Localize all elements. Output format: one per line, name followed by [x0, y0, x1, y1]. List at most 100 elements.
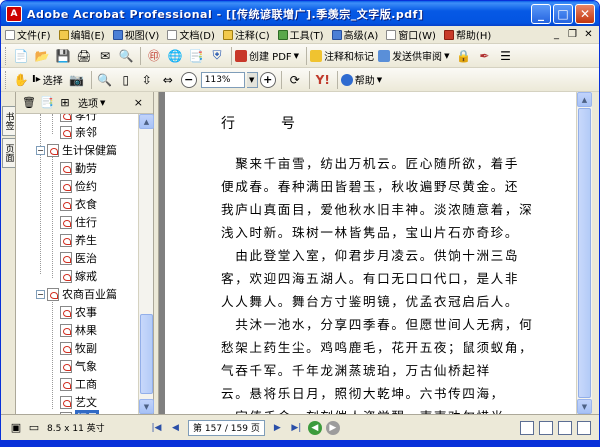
yahoo-search-icon[interactable]: Y! — [313, 70, 333, 90]
zoom-out-button[interactable]: − — [180, 71, 197, 88]
expand-bookmark-icon[interactable]: ⊞ — [58, 96, 72, 110]
find-icon[interactable]: 🔍 — [116, 46, 136, 66]
bookmark-section[interactable]: − 生计保健篇 — [36, 142, 117, 158]
menu-edit[interactable]: 编辑(E) — [55, 26, 109, 44]
organizer-icon[interactable]: 🌐 — [165, 46, 185, 66]
tab-bookmarks[interactable]: 书签 — [2, 106, 15, 136]
last-page-icon[interactable]: ▶| — [289, 420, 304, 435]
zoom-in-button[interactable]: + — [259, 71, 276, 88]
doc-minimize-icon[interactable]: _ — [550, 28, 563, 41]
comment-markup-button[interactable]: 注释和标记 — [310, 48, 374, 63]
save-icon[interactable]: 💾 — [53, 46, 73, 66]
fit-width-icon[interactable]: ⇔ — [158, 70, 178, 90]
menu-document[interactable]: 文档(D) — [163, 26, 219, 44]
collapse-icon[interactable]: − — [36, 289, 45, 299]
actual-size-icon[interactable]: ▯ — [116, 70, 136, 90]
bookmark-item[interactable]: 牧副 — [60, 340, 97, 356]
menu-file[interactable]: 文件(F) — [1, 26, 55, 44]
toolbar-grip[interactable] — [5, 70, 8, 89]
scroll-up-icon[interactable]: ▲ — [577, 92, 592, 107]
next-page-icon[interactable]: ▶ — [270, 420, 285, 435]
email-icon[interactable]: ✉ — [95, 46, 115, 66]
hand-tool-icon[interactable]: ✋ — [11, 70, 31, 90]
zoom-dropdown-icon[interactable]: ▼ — [246, 71, 258, 88]
menu-window[interactable]: 窗口(W) — [382, 26, 440, 44]
bookmark-item[interactable]: 勤劳 — [60, 160, 97, 176]
snapshot-icon[interactable]: 📷 — [67, 70, 87, 90]
bookmark-item[interactable]: 亲邻 — [60, 124, 97, 140]
bookmark-item[interactable]: 艺文 — [60, 394, 97, 410]
bookmark-item[interactable]: 嫁戒 — [60, 268, 97, 284]
go-forward-icon[interactable]: ▶ — [325, 420, 340, 435]
stamp-icon[interactable]: ㊞ — [144, 46, 164, 66]
menu-tools[interactable]: 工具(T) — [274, 26, 328, 44]
close-button[interactable]: ✕ — [575, 4, 595, 24]
zoom-level-input[interactable]: 113% — [200, 71, 245, 88]
page-thumbnail-icon[interactable]: ▣ — [7, 419, 25, 437]
pages-icon[interactable]: 📑 — [186, 46, 206, 66]
previous-page-icon[interactable]: ◀ — [168, 420, 183, 435]
scroll-thumb[interactable] — [578, 108, 591, 398]
page-number-field[interactable]: 第 157 / 159 页 — [188, 419, 265, 436]
scroll-down-icon[interactable]: ▼ — [139, 399, 154, 414]
facing-icon[interactable] — [558, 420, 572, 435]
collapse-icon[interactable]: − — [36, 145, 45, 155]
sign-icon[interactable]: ✒ — [474, 46, 494, 66]
new-bookmark-icon[interactable]: 📑 — [40, 96, 54, 110]
open-folder-icon[interactable]: 📂 — [32, 46, 52, 66]
continuous-icon[interactable] — [539, 420, 553, 435]
bookmark-item[interactable]: 农事 — [60, 304, 97, 320]
rotate-view-icon[interactable]: ⟳ — [285, 70, 305, 90]
title-bar[interactable]: A Adobe Acrobat Professional - [[传统谚联增广]… — [1, 1, 599, 26]
forms-icon[interactable]: ☰ — [495, 46, 515, 66]
document-scrollbar[interactable]: ▲ ▼ — [576, 92, 592, 414]
bookmark-item[interactable]: 衣食 — [60, 196, 97, 212]
bookmark-item[interactable]: 孝行 — [60, 114, 97, 123]
doc-restore-icon[interactable]: ❐ — [566, 28, 579, 41]
doc-close-icon[interactable]: ✕ — [582, 28, 595, 41]
create-pdf-button[interactable]: 创建 PDF ▼ — [235, 48, 299, 63]
menu-label: 窗口(W) — [398, 31, 436, 42]
zoom-tool-icon[interactable]: 🔍 — [95, 70, 115, 90]
bookmark-item[interactable]: 俭约 — [60, 178, 97, 194]
bookmarks-scrollbar[interactable]: ▲ ▼ — [138, 114, 154, 414]
menu-help[interactable]: 帮助(H) — [440, 26, 495, 44]
toolbar-grip[interactable] — [5, 46, 8, 65]
lock-icon[interactable]: 🔒 — [453, 46, 473, 66]
create-icon[interactable]: 📄 — [11, 46, 31, 66]
bookmark-section[interactable]: − 农商百业篇 — [36, 286, 117, 302]
maximize-button[interactable]: □ — [553, 4, 573, 24]
scroll-up-icon[interactable]: ▲ — [139, 114, 154, 129]
options-menu[interactable]: 选项 ▼ — [78, 95, 105, 111]
tab-pages[interactable]: 页面 — [2, 138, 15, 168]
bookmark-item[interactable]: 养生 — [60, 232, 97, 248]
bookmark-item[interactable]: 医治 — [60, 250, 97, 266]
document-view[interactable]: 行 号 聚来千亩雪，纺出万机云。匠心随所欲，着手 便成春。春种满田皆碧玉，秋收遍… — [159, 92, 576, 414]
menu-view[interactable]: 视图(V) — [109, 26, 164, 44]
secure-icon[interactable]: ⛨ — [207, 46, 227, 66]
scroll-down-icon[interactable]: ▼ — [577, 399, 592, 414]
menu-advanced[interactable]: 高级(A) — [328, 26, 383, 44]
select-tool-button[interactable]: I▸ 选择 — [32, 72, 63, 87]
minimize-button[interactable]: _ — [531, 4, 551, 24]
first-page-icon[interactable]: |◀ — [149, 420, 164, 435]
bookmark-item[interactable]: 工商 — [60, 376, 97, 392]
close-panel-icon[interactable]: × — [134, 96, 143, 109]
menu-comments[interactable]: 注释(C) — [219, 26, 274, 44]
help-button[interactable]: 帮助 ▼ — [340, 72, 382, 87]
scroll-thumb[interactable] — [140, 314, 153, 394]
file-icon — [5, 29, 15, 40]
go-back-icon[interactable]: ◀ — [307, 420, 322, 435]
page-text-line: 我庐山真面目，爱他秋水旧丰神。淡浓随意着，深 — [221, 202, 534, 217]
continuous-facing-icon[interactable] — [577, 420, 591, 435]
acrobat-app-icon[interactable]: A — [6, 5, 22, 22]
bookmark-item[interactable]: 住行 — [60, 214, 97, 230]
single-page-icon[interactable] — [520, 420, 534, 435]
fit-page-icon[interactable]: ⇳ — [137, 70, 157, 90]
print-icon[interactable]: 🖨 — [74, 46, 94, 66]
delete-bookmark-icon[interactable]: 🗑 — [22, 96, 36, 110]
send-review-button[interactable]: 发送供审阅 ▼ — [378, 48, 449, 63]
page-layout-icon[interactable]: ▭ — [25, 419, 43, 437]
bookmark-item[interactable]: 林果 — [60, 322, 97, 338]
bookmark-item[interactable]: 气象 — [60, 358, 97, 374]
